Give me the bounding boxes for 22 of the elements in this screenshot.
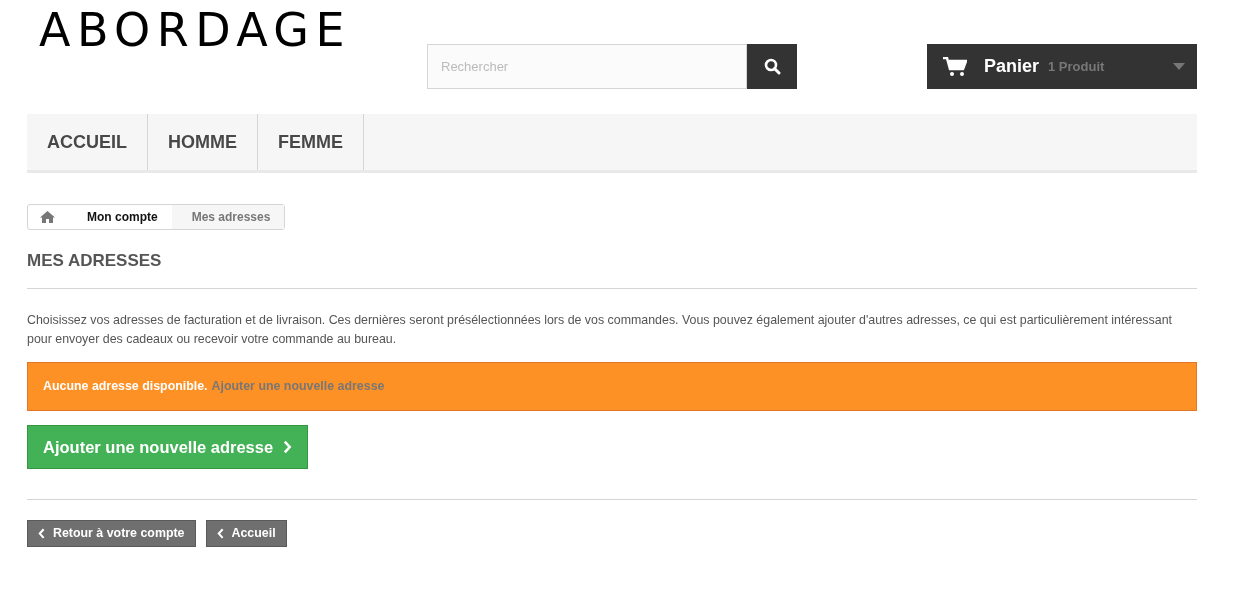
alert-message: Aucune adresse disponible. xyxy=(43,378,208,396)
home-icon xyxy=(40,211,55,223)
cart-count: 1 Produit xyxy=(1048,57,1105,76)
menu-item[interactable]: HOMME xyxy=(148,114,258,170)
logo[interactable]: ABORDAGE xyxy=(39,4,427,56)
page-heading: MES ADRESSES xyxy=(27,251,163,271)
chevron-left-icon xyxy=(216,527,224,540)
search-field[interactable]: Rechercher xyxy=(427,44,747,89)
cart-label: Panier xyxy=(984,55,1040,78)
home-button[interactable]: Accueil xyxy=(205,520,287,547)
chevron-left-icon xyxy=(38,527,45,540)
intro-text: Choisissez vos adresses de facturation et de livraison. Ces dernières seront présélectionnées lors de vos commandes. Vous pouvez également ajouter d'autres adresses, ce qui est particulièrement intéressant pour envoyer des cadeaux ou recevoir votre commande au bureau. xyxy=(27,312,1173,348)
cart-icon xyxy=(943,56,967,77)
cart-button[interactable]: Panier 1 Produit xyxy=(927,44,1197,89)
caret-icon xyxy=(1173,63,1185,70)
back-to-account-button[interactable]: Retour à votre compte xyxy=(27,520,196,547)
search-button[interactable] xyxy=(747,44,797,89)
breadcrumb-current[interactable]: Mes adresses xyxy=(171,205,285,229)
menu-item[interactable]: FEMME xyxy=(258,114,364,170)
chevron-right-icon xyxy=(283,440,293,454)
menu-item[interactable]: ACCUEIL xyxy=(27,114,148,170)
search-icon xyxy=(763,58,781,75)
